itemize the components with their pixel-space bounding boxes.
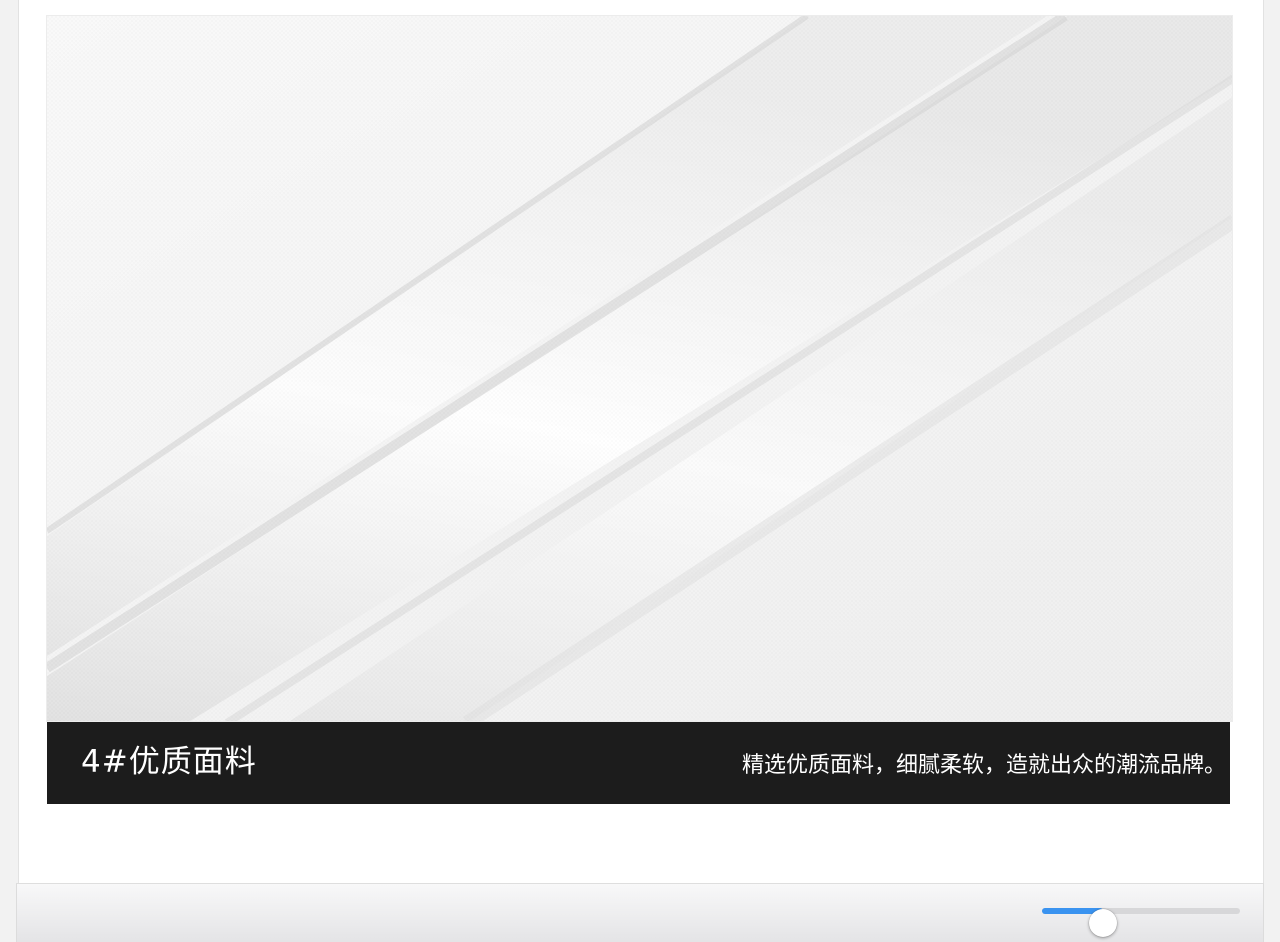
feature-caption-bar: 4#优质面料 精选优质面料，细腻柔软，造就出众的潮流品牌。 [47, 722, 1230, 804]
page: 4#优质面料 精选优质面料，细腻柔软，造就出众的潮流品牌。 [0, 0, 1280, 942]
fabric-illustration [47, 16, 1232, 721]
feature-title: 4#优质面料 [81, 744, 257, 780]
zoom-slider[interactable] [1040, 896, 1242, 937]
feature-description: 精选优质面料，细腻柔软，造就出众的潮流品牌。 [741, 753, 1226, 778]
zoom-slider-track[interactable] [1042, 908, 1240, 937]
fabric-photo [46, 15, 1233, 722]
